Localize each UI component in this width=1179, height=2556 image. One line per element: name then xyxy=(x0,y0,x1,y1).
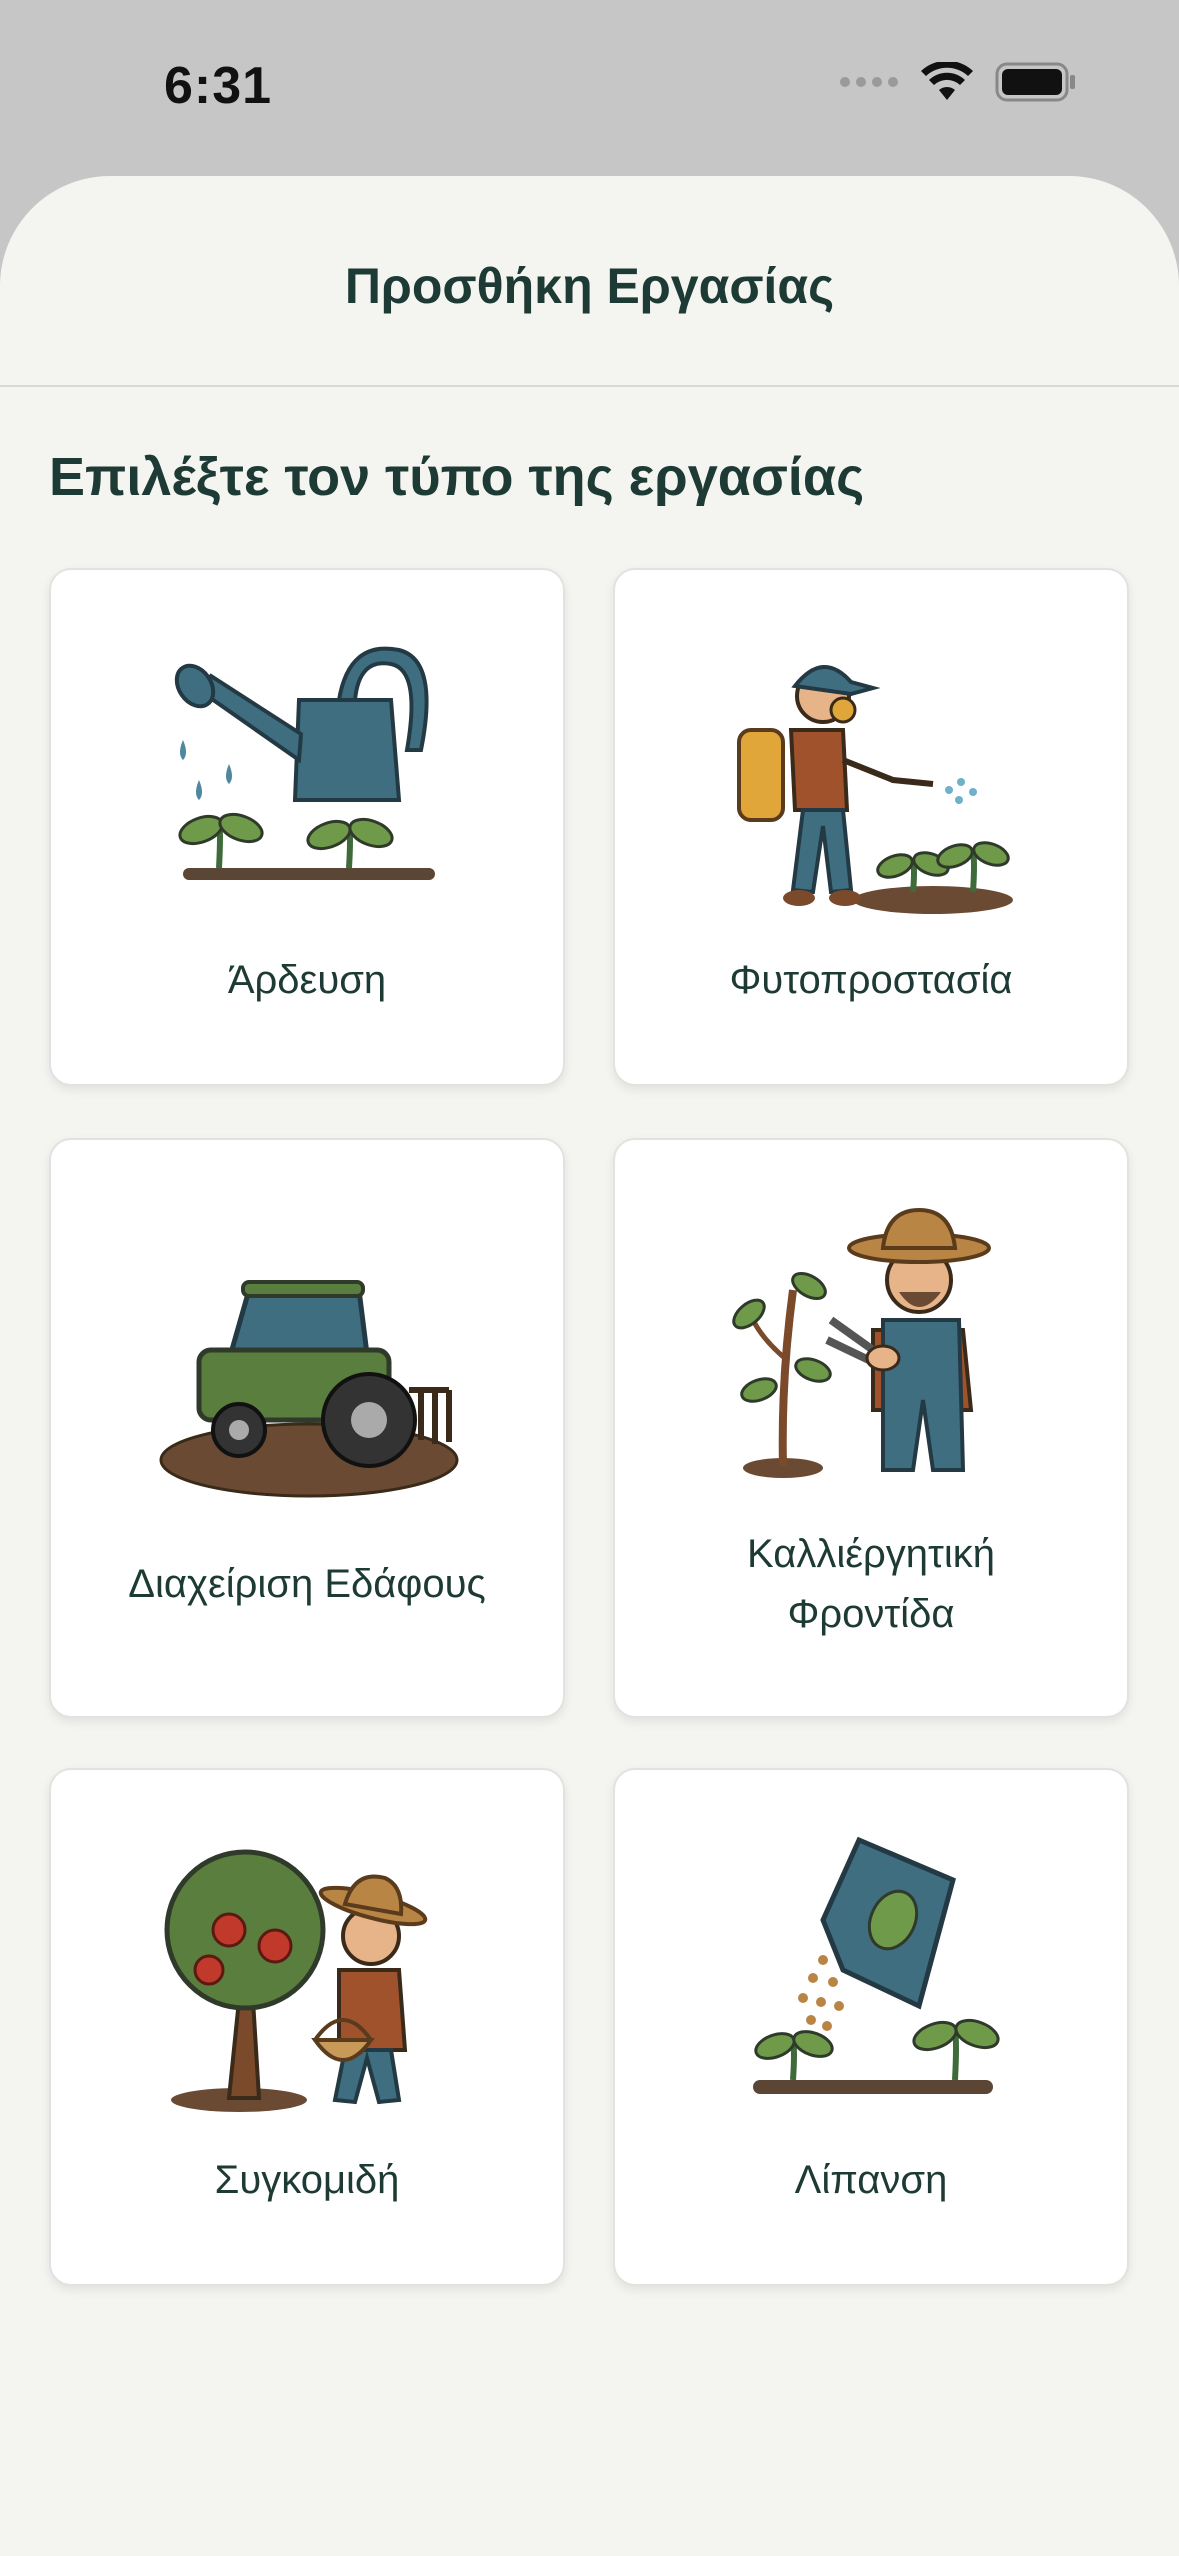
watering-can-icon xyxy=(174,646,435,880)
task-card-irrigation[interactable]: Άρδευση xyxy=(49,568,565,1086)
task-label: Συγκομιδή xyxy=(214,2158,400,2202)
pruning-farmer-icon xyxy=(732,1207,991,1478)
harvest-apple-tree-icon xyxy=(164,1849,428,2112)
sheet-header: Προσθήκη Εργασίας xyxy=(0,176,1179,387)
cellular-dots-icon xyxy=(840,77,898,87)
sprayer-worker-icon xyxy=(737,664,1013,914)
wifi-icon xyxy=(921,62,973,100)
task-card-plant-protection[interactable]: Φυτοπροστασία xyxy=(613,568,1129,1086)
task-card-crop-care[interactable]: Καλλιέργητική Φροντίδα xyxy=(613,1138,1129,1718)
task-label: Διαχείριση Εδάφους xyxy=(128,1562,486,1606)
task-label-line2: Φροντίδα xyxy=(787,1592,955,1636)
status-time: 6:31 xyxy=(164,57,273,115)
task-card-fertilization[interactable]: Λίπανση xyxy=(613,1768,1129,2286)
status-icons xyxy=(839,62,1077,102)
task-card-soil-management[interactable]: Διαχείριση Εδάφους xyxy=(49,1138,565,1718)
task-label-line1: Καλλιέργητική xyxy=(747,1532,995,1576)
section-title: Επιλέξτε τον τύπο της εργασίας xyxy=(49,447,865,507)
add-task-sheet: Προσθήκη Εργασίας Επιλέξτε τον τύπο της … xyxy=(0,176,1179,2556)
battery-icon xyxy=(995,62,1075,102)
task-label: Φυτοπροστασία xyxy=(729,958,1013,1002)
sheet-title: Προσθήκη Εργασίας xyxy=(344,257,835,314)
fertilizer-bag-icon xyxy=(753,1836,1000,2094)
task-label: Λίπανση xyxy=(794,2158,948,2202)
task-label: Άρδευση xyxy=(227,958,387,1002)
status-bar: 6:31 xyxy=(0,0,1179,176)
task-card-harvest[interactable]: Συγκομιδή xyxy=(49,1768,565,2286)
tractor-icon xyxy=(159,1280,459,1498)
